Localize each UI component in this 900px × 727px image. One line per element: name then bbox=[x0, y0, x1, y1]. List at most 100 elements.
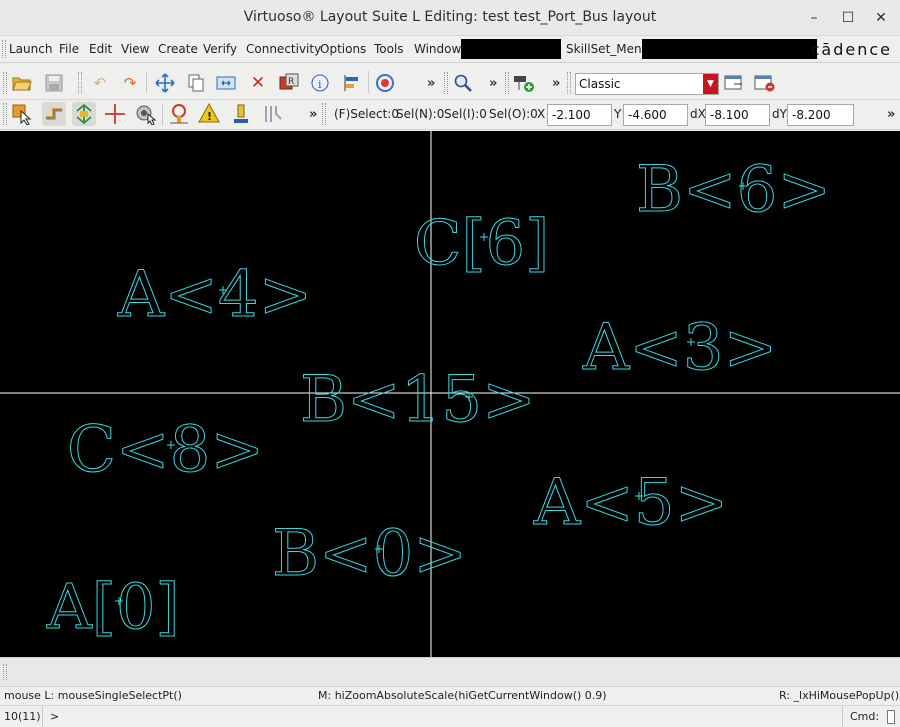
menu-skillset[interactable]: SkillSet_Menu bbox=[566, 42, 649, 56]
toolbar-grip-6[interactable] bbox=[3, 103, 7, 125]
probe-icon[interactable] bbox=[168, 102, 192, 126]
pin-label-b15[interactable]: B<15> bbox=[300, 363, 537, 438]
dx-coord-field[interactable]: -8.100 bbox=[705, 104, 770, 126]
delete-workspace-icon[interactable] bbox=[753, 71, 777, 95]
message-grip[interactable] bbox=[3, 664, 7, 680]
zoom-icon[interactable] bbox=[451, 71, 475, 95]
redacted-menu-block-2 bbox=[642, 39, 817, 59]
pin-label-a4[interactable]: A<4> bbox=[117, 258, 313, 333]
y-label: Y bbox=[614, 107, 622, 121]
toolbar-grip-4[interactable] bbox=[505, 72, 509, 94]
toolbar-grip-3[interactable] bbox=[444, 72, 448, 94]
layout-canvas-svg: B<6> C[6] A<4> A<3> B<15> C<8> A<5> B<0>… bbox=[0, 131, 900, 657]
menu-bar: Launch File Edit View Create Verify Conn… bbox=[0, 37, 900, 63]
mouse-left-binding: mouse L: mouseSingleSelectPt() bbox=[4, 689, 182, 702]
path-tool-icon[interactable] bbox=[42, 102, 66, 126]
undo-icon[interactable]: ↶ bbox=[88, 71, 112, 95]
open-folder-icon[interactable] bbox=[10, 71, 34, 95]
dy-label: dY bbox=[772, 107, 787, 121]
cmd-field[interactable] bbox=[887, 710, 895, 724]
drc-warning-icon[interactable]: ! bbox=[198, 102, 222, 126]
stretch-icon[interactable] bbox=[214, 71, 238, 95]
pin-label-c6[interactable]: C[6] bbox=[414, 206, 550, 280]
window-title: Virtuoso® Layout Suite L Editing: test t… bbox=[243, 9, 657, 25]
f-select-count: (F)Select:0 bbox=[334, 107, 399, 121]
toolbar-overflow-3[interactable]: » bbox=[552, 76, 560, 91]
toolbar-overflow-2[interactable]: » bbox=[489, 76, 497, 91]
toolbar-grip-2[interactable] bbox=[78, 72, 82, 94]
snap-icon[interactable] bbox=[72, 102, 96, 126]
maximize-button[interactable]: ☐ bbox=[838, 8, 858, 28]
svg-text:R: R bbox=[288, 77, 294, 87]
copy-icon[interactable] bbox=[184, 71, 208, 95]
separator bbox=[368, 71, 369, 93]
dy-coord-field[interactable]: -8.200 bbox=[787, 104, 854, 126]
save-workspace-icon[interactable] bbox=[722, 71, 746, 95]
create-pin-icon[interactable] bbox=[512, 71, 536, 95]
history-counter: 10(11) bbox=[4, 710, 41, 723]
menu-connectivity[interactable]: Connectivity bbox=[246, 42, 321, 56]
cmd-label: Cmd: bbox=[850, 710, 880, 723]
gravity-icon[interactable] bbox=[134, 102, 158, 126]
align-icon[interactable] bbox=[340, 71, 364, 95]
svg-text:i: i bbox=[318, 78, 322, 91]
x-label: X bbox=[537, 107, 546, 121]
pin-label-b0[interactable]: B<0> bbox=[272, 517, 468, 592]
wire-tool-icon[interactable] bbox=[261, 102, 285, 126]
message-area bbox=[0, 657, 900, 686]
menu-launch[interactable]: Launch bbox=[9, 42, 52, 56]
crosshair-icon[interactable] bbox=[103, 102, 127, 126]
menu-tools[interactable]: Tools bbox=[374, 42, 404, 56]
toolbar-grip-7[interactable] bbox=[322, 103, 326, 125]
title-bar: Virtuoso® Layout Suite L Editing: test t… bbox=[0, 0, 900, 36]
marker-icon[interactable] bbox=[229, 102, 253, 126]
redo-icon[interactable]: ↷ bbox=[118, 71, 142, 95]
sel-i-count: Sel(I):0 bbox=[444, 107, 487, 121]
separator bbox=[162, 104, 163, 126]
command-prompt: > bbox=[50, 710, 60, 723]
command-bar: 10(11) > Cmd: bbox=[0, 705, 900, 727]
toolbar-overflow-4[interactable]: » bbox=[309, 107, 317, 122]
menu-verify[interactable]: Verify bbox=[203, 42, 237, 56]
pin-label-b6[interactable]: B<6> bbox=[636, 153, 832, 228]
toolbar-overflow-5[interactable]: » bbox=[887, 107, 895, 122]
mouse-right-binding: R: _lxHiMousePopUp() bbox=[779, 689, 900, 702]
menu-create[interactable]: Create bbox=[158, 42, 198, 56]
mouse-middle-binding: M: hiZoomAbsoluteScale(hiGetCurrentWindo… bbox=[318, 689, 607, 702]
pin-label-a5[interactable]: A<5> bbox=[533, 466, 729, 541]
menubar-grip[interactable] bbox=[2, 40, 6, 58]
layout-canvas[interactable]: B<6> C[6] A<4> A<3> B<15> C<8> A<5> B<0>… bbox=[0, 131, 900, 657]
sel-o-count: Sel(O):0 bbox=[489, 107, 538, 121]
workspace-dropdown-icon[interactable]: ▼ bbox=[703, 74, 718, 94]
toolbar-grip[interactable] bbox=[3, 72, 7, 94]
cycle-icon[interactable] bbox=[373, 71, 397, 95]
sel-n-count: Sel(N):0 bbox=[396, 107, 445, 121]
cadence-logo: cādence bbox=[810, 40, 892, 59]
y-coord-field[interactable]: -4.600 bbox=[623, 104, 688, 126]
move-icon[interactable] bbox=[153, 71, 177, 95]
mouse-binding-bar: mouse L: mouseSingleSelectPt() M: hiZoom… bbox=[0, 686, 900, 704]
menu-options[interactable]: Options bbox=[320, 42, 366, 56]
save-icon[interactable] bbox=[42, 71, 66, 95]
toolbar-overflow-1[interactable]: » bbox=[427, 76, 435, 91]
close-button[interactable]: ✕ bbox=[871, 8, 891, 28]
menu-view[interactable]: View bbox=[121, 42, 149, 56]
x-coord-field[interactable]: -2.100 bbox=[547, 104, 612, 126]
menu-file[interactable]: File bbox=[59, 42, 79, 56]
info-icon[interactable]: i bbox=[308, 71, 332, 95]
svg-text:!: ! bbox=[207, 110, 212, 123]
properties-icon[interactable]: R bbox=[277, 71, 301, 95]
minimize-button[interactable]: – bbox=[804, 8, 824, 28]
pin-label-c8[interactable]: C<8> bbox=[67, 413, 265, 488]
dx-label: dX bbox=[690, 107, 706, 121]
select-mode-icon[interactable] bbox=[10, 102, 34, 126]
delete-icon[interactable]: ✕ bbox=[246, 71, 270, 95]
separator bbox=[842, 706, 843, 727]
workspace-select[interactable]: Classic bbox=[575, 73, 719, 95]
toolbar-grip-5[interactable] bbox=[567, 72, 571, 94]
pin-label-a0[interactable]: A[0] bbox=[46, 570, 181, 644]
menu-edit[interactable]: Edit bbox=[89, 42, 112, 56]
menu-window[interactable]: Window bbox=[414, 42, 461, 56]
separator bbox=[146, 71, 147, 93]
pin-label-a3[interactable]: A<3> bbox=[582, 311, 778, 386]
